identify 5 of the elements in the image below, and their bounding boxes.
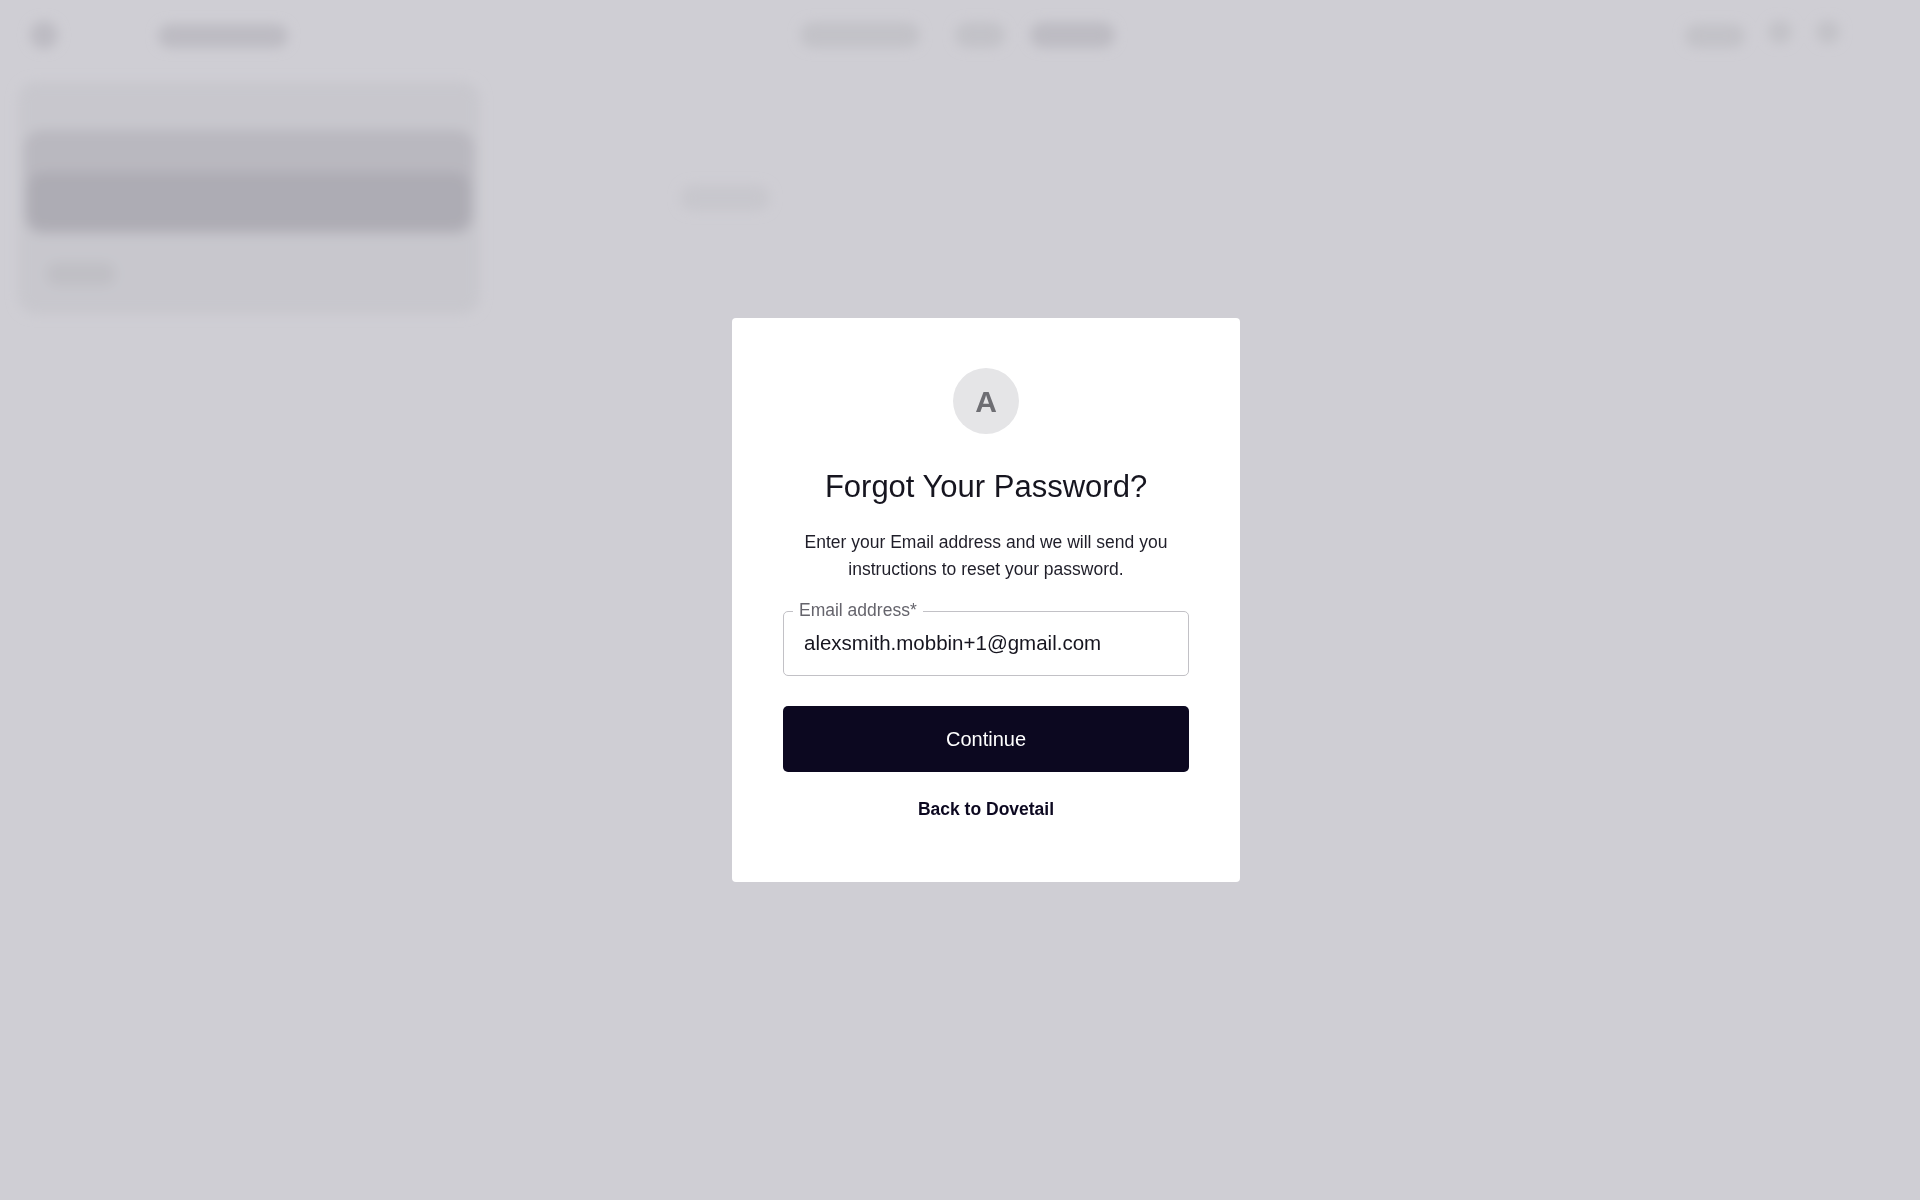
continue-button[interactable]: Continue [783, 705, 1189, 772]
dialog-title: Forgot Your Password? [824, 468, 1148, 506]
back-link[interactable]: Back to Dovetail [917, 795, 1055, 822]
avatar: A [953, 368, 1019, 434]
description-text: Enter your Email address and we will send you instructions to reset your password. [803, 530, 1169, 581]
